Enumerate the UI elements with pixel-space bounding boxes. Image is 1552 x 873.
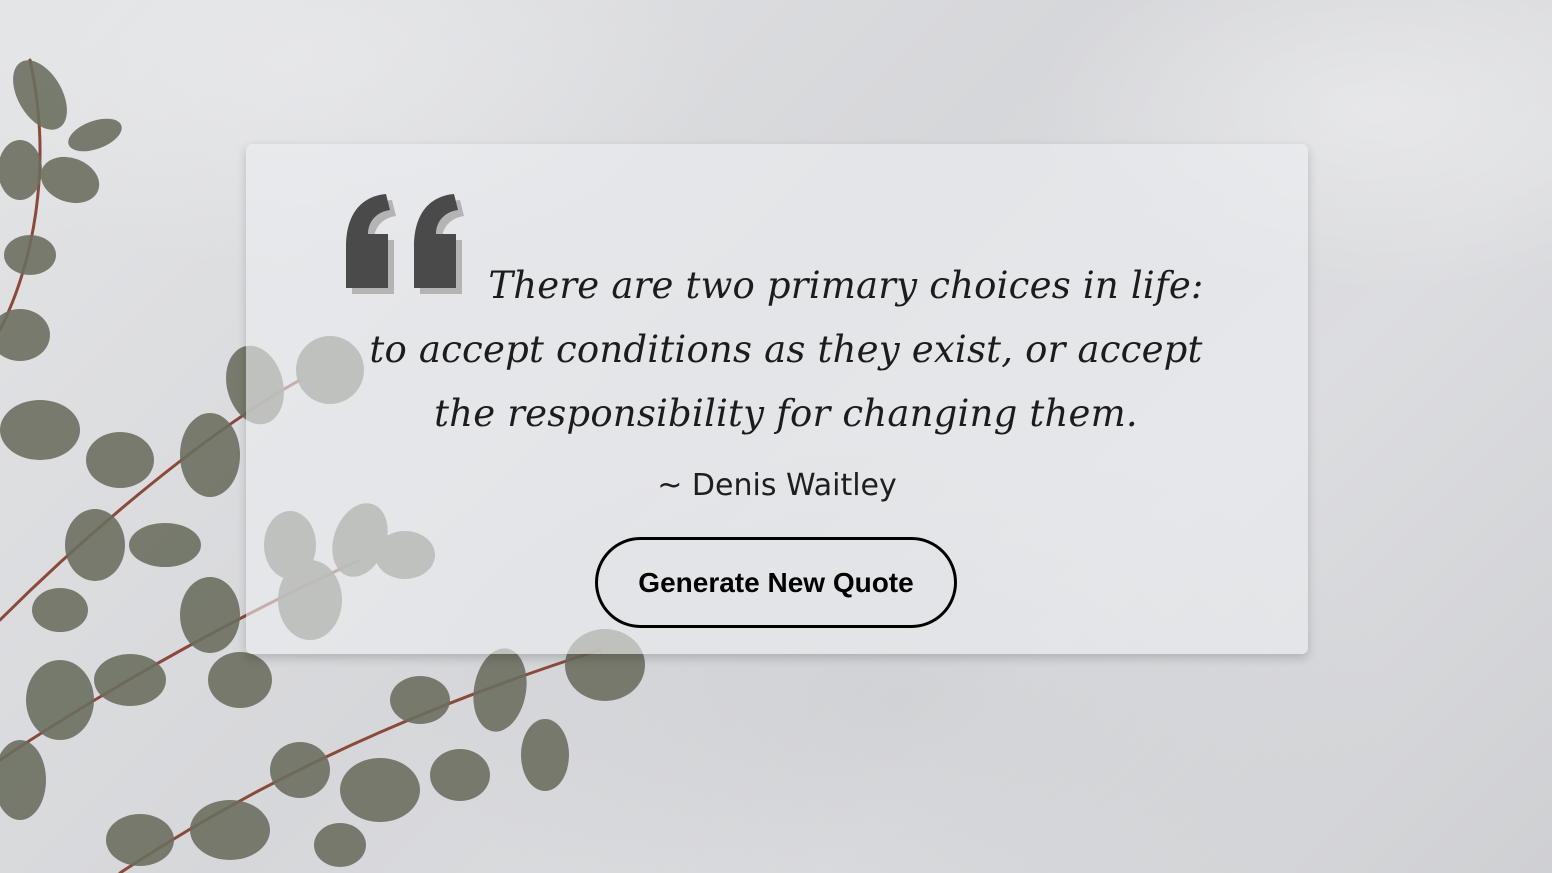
- generate-quote-button[interactable]: Generate New Quote: [595, 537, 957, 628]
- quote-text: There are two primary choices in life: t…: [369, 264, 1204, 435]
- quote-card: There are two primary choices in life: t…: [246, 144, 1308, 654]
- quote-author: ~ Denis Waitley: [657, 468, 897, 503]
